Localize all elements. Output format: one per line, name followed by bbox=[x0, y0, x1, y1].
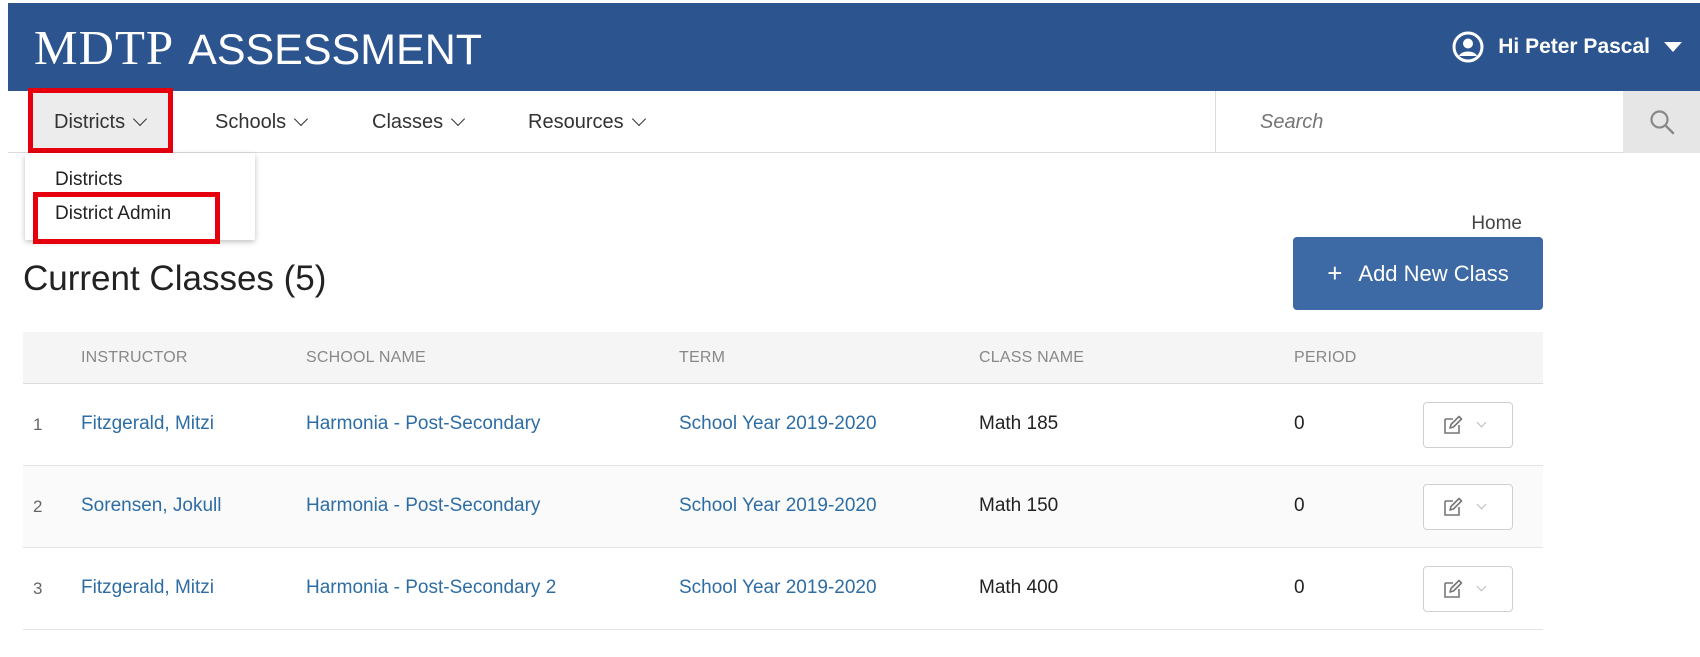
period: 0 bbox=[1294, 413, 1305, 434]
instructor-link[interactable]: Fitzgerald, Mitzi bbox=[81, 413, 214, 435]
search-box bbox=[1215, 91, 1700, 153]
school-link[interactable]: Harmonia - Post-Secondary bbox=[306, 413, 540, 435]
table-row: 2 Sorensen, Jokull Harmonia - Post-Secon… bbox=[23, 466, 1543, 548]
chevron-down-icon bbox=[1476, 499, 1487, 510]
add-new-class-label: Add New Class bbox=[1358, 260, 1509, 286]
row-actions-button[interactable] bbox=[1423, 484, 1513, 530]
edit-icon bbox=[1444, 497, 1463, 516]
period: 0 bbox=[1294, 577, 1305, 598]
brand-main: MDTP bbox=[34, 20, 175, 75]
school-link[interactable]: Harmonia - Post-Secondary 2 bbox=[306, 577, 556, 599]
classes-table: INSTRUCTOR SCHOOL NAME TERM CLASS NAME P… bbox=[23, 332, 1543, 630]
nav-schools[interactable]: Schools bbox=[215, 91, 309, 153]
nav-classes-label: Classes bbox=[372, 110, 444, 133]
user-greeting: Hi Peter Pascal bbox=[1498, 35, 1650, 58]
highlight-district-admin bbox=[33, 192, 220, 244]
chevron-down-icon bbox=[451, 111, 466, 127]
row-actions-button[interactable] bbox=[1423, 402, 1513, 448]
term-link[interactable]: School Year 2019-2020 bbox=[679, 577, 877, 599]
caret-down-icon bbox=[1664, 42, 1682, 52]
row-number: 3 bbox=[33, 579, 43, 598]
term-link[interactable]: School Year 2019-2020 bbox=[679, 495, 877, 517]
school-link[interactable]: Harmonia - Post-Secondary bbox=[306, 495, 540, 517]
dropdown-item-districts[interactable]: Districts bbox=[55, 169, 123, 191]
breadcrumb-home[interactable]: Home bbox=[1471, 213, 1522, 234]
search-input[interactable] bbox=[1216, 91, 1491, 153]
plus-icon: + bbox=[1327, 258, 1343, 288]
search-icon bbox=[1649, 110, 1674, 135]
period: 0 bbox=[1294, 495, 1305, 516]
instructor-link[interactable]: Fitzgerald, Mitzi bbox=[81, 577, 214, 599]
column-header-term[interactable]: TERM bbox=[679, 349, 725, 367]
edit-icon bbox=[1444, 579, 1463, 598]
column-header-school-name[interactable]: SCHOOL NAME bbox=[306, 349, 426, 367]
user-circle-icon bbox=[1452, 31, 1484, 63]
nav-resources-label: Resources bbox=[528, 110, 624, 133]
column-header-period[interactable]: PERIOD bbox=[1294, 349, 1357, 367]
table-row: 3 Fitzgerald, Mitzi Harmonia - Post-Seco… bbox=[23, 548, 1543, 630]
table-row: 1 Fitzgerald, Mitzi Harmonia - Post-Seco… bbox=[23, 384, 1543, 466]
brand-sub: ASSESSMENT bbox=[188, 26, 483, 74]
row-number: 2 bbox=[33, 497, 43, 516]
class-name: Math 185 bbox=[979, 413, 1059, 434]
user-menu[interactable]: Hi Peter Pascal bbox=[1452, 31, 1682, 63]
class-name: Math 400 bbox=[979, 577, 1059, 598]
app-logo[interactable]: MDTP ASSESSMENT bbox=[34, 19, 482, 76]
chevron-down-icon bbox=[294, 111, 309, 127]
term-link[interactable]: School Year 2019-2020 bbox=[679, 413, 877, 435]
chevron-down-icon bbox=[631, 111, 646, 127]
row-actions-button[interactable] bbox=[1423, 566, 1513, 612]
main-nav: Districts Schools Classes Resources bbox=[8, 91, 1700, 153]
chevron-down-icon bbox=[1476, 581, 1487, 592]
top-header: MDTP ASSESSMENT Hi Peter Pascal bbox=[8, 3, 1700, 91]
row-number: 1 bbox=[33, 415, 43, 434]
class-name: Math 150 bbox=[979, 495, 1059, 516]
column-header-instructor[interactable]: INSTRUCTOR bbox=[81, 349, 188, 367]
instructor-link[interactable]: Sorensen, Jokull bbox=[81, 495, 221, 517]
add-new-class-button[interactable]: + Add New Class bbox=[1293, 237, 1543, 310]
highlight-districts-nav bbox=[28, 88, 173, 153]
page-title: Current Classes (5) bbox=[23, 259, 327, 298]
nav-classes[interactable]: Classes bbox=[372, 91, 466, 153]
column-header-class-name[interactable]: CLASS NAME bbox=[979, 349, 1084, 367]
chevron-down-icon bbox=[1476, 417, 1487, 428]
edit-icon bbox=[1444, 415, 1463, 434]
table-header: INSTRUCTOR SCHOOL NAME TERM CLASS NAME P… bbox=[23, 332, 1543, 384]
breadcrumb[interactable]: Home bbox=[1471, 213, 1522, 235]
search-button[interactable] bbox=[1623, 91, 1700, 153]
nav-schools-label: Schools bbox=[215, 110, 287, 133]
nav-resources[interactable]: Resources bbox=[528, 91, 646, 153]
